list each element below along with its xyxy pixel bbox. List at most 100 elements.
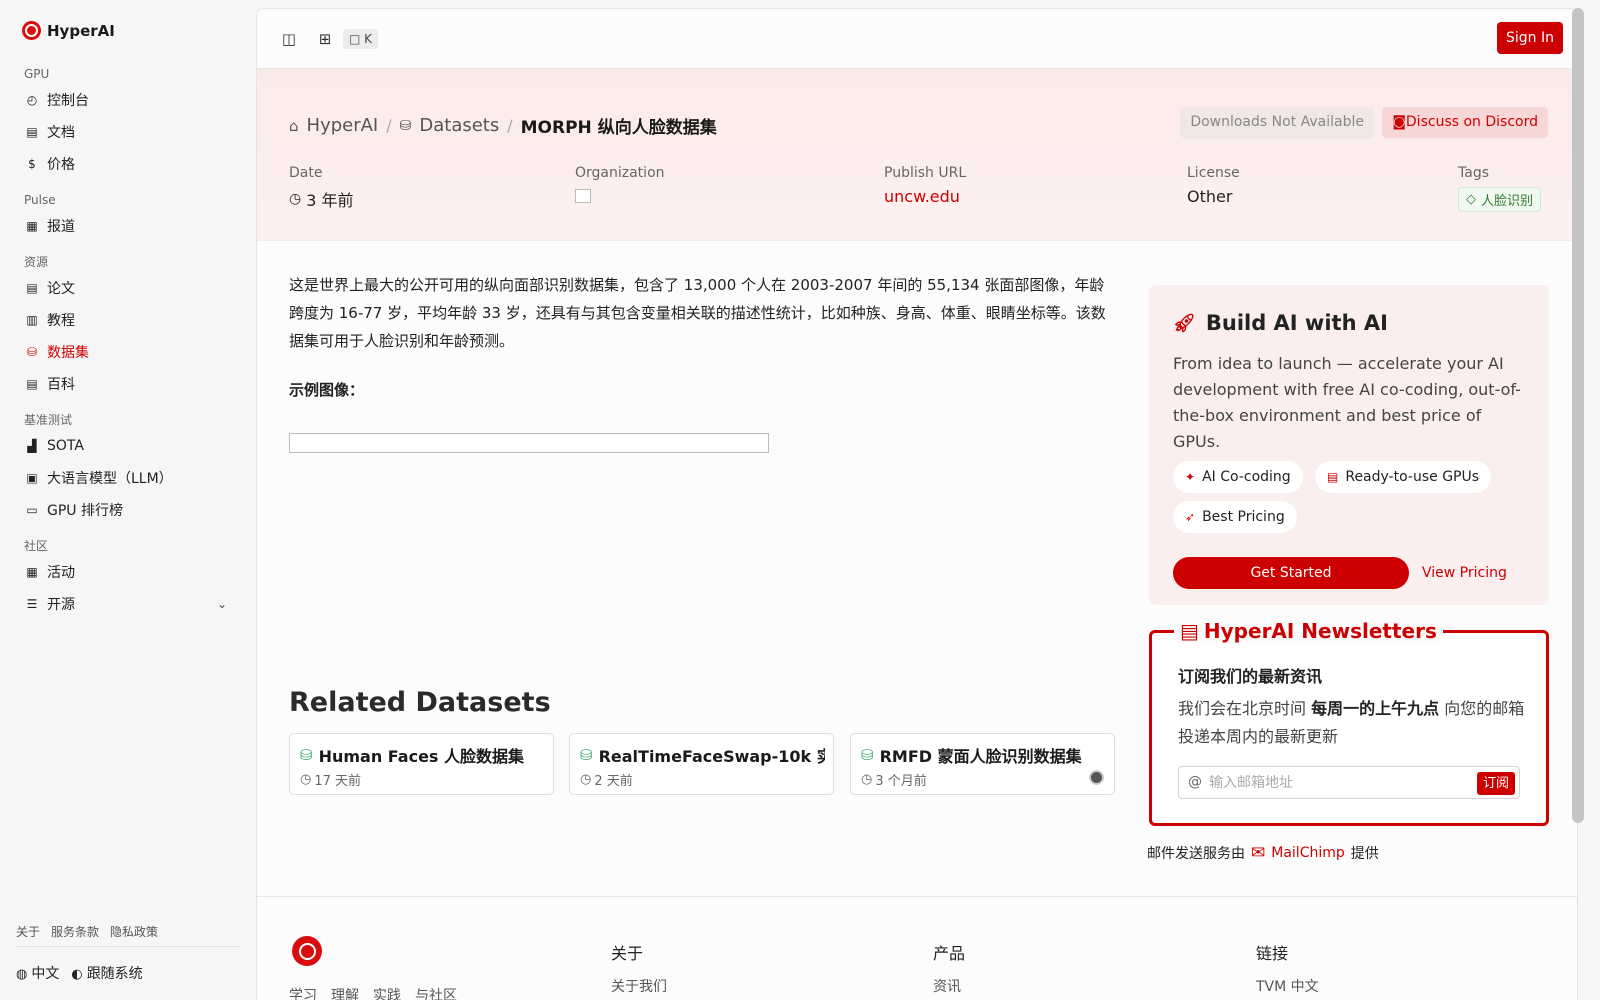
footer-link[interactable]: 关于我们 — [611, 976, 667, 996]
sidebar-item-docs[interactable]: ▤ 文档 — [0, 116, 255, 148]
feature-pill[interactable]: ▤ Ready-to-use GPUs — [1315, 461, 1492, 493]
discord-icon: ◙ — [1392, 114, 1406, 130]
related-datasets-title: Related Datasets — [289, 687, 551, 718]
database-icon: ⛁ — [580, 746, 593, 764]
chevron-down-icon[interactable]: ⌄ — [217, 597, 227, 611]
breadcrumb-home[interactable]: HyperAI — [307, 115, 379, 136]
brand-link[interactable]: HyperAI — [22, 21, 115, 40]
build-ai-promo: 🚀︎ Build AI with AI From idea to launch —… — [1149, 285, 1549, 605]
downloads-button[interactable]: Downloads Not Available — [1180, 107, 1374, 138]
newsletter-form: @ 订阅 — [1178, 766, 1520, 799]
sidebar-settings: ◍ 中文 ◐ 跟随系统 — [16, 963, 143, 983]
nav-section-title: 社区 — [24, 539, 49, 553]
chip-icon: ▣ — [26, 471, 38, 485]
email-field[interactable] — [1209, 773, 1459, 793]
database-icon: ⛁ — [399, 117, 412, 134]
database-icon: ⛁ — [26, 345, 38, 359]
chart-icon: ▟ — [27, 439, 37, 453]
sidebar-item-llm[interactable]: ▣ 大语言模型（LLM） — [0, 462, 255, 494]
sidebar-item-gpu-leaderboard[interactable]: ▭ GPU 排行榜 — [0, 494, 255, 526]
language-switcher[interactable]: ◍ 中文 — [16, 963, 59, 983]
promo-title: Build AI with AI — [1205, 311, 1388, 335]
book-icon: ▥ — [26, 313, 38, 327]
footer-column-links: 链接 TVM 中文 — [1256, 944, 1319, 996]
sidebar-item-tutorials[interactable]: ▥ 教程 — [0, 304, 255, 336]
server-icon: ▤ — [1327, 470, 1339, 484]
sidebar-item-datasets[interactable]: ⛁ 数据集 — [0, 336, 255, 368]
newsletter-text: 我们会在北京时间 每周一的上午九点 向您的邮箱投递本周内的最新更新 — [1178, 699, 1525, 746]
organization-logo — [575, 189, 591, 203]
feature-pill[interactable]: ✦ AI Co-coding — [1173, 461, 1303, 493]
sidebar-item-sota[interactable]: ▟ SOTA — [0, 430, 255, 462]
sidebar-item-papers[interactable]: ▤ 论文 — [0, 272, 255, 304]
terms-link[interactable]: 服务条款 — [51, 923, 99, 940]
hyperai-logo-icon — [292, 936, 322, 966]
page-scrollbar[interactable] — [1572, 8, 1584, 823]
footer-tagline: 学习 理解 实践 与社区 — [289, 988, 457, 1000]
meta-organization: Organization — [575, 165, 665, 203]
rocket-icon: ➶ — [1185, 510, 1196, 524]
nav-section-title: Pulse — [24, 193, 56, 207]
discord-button[interactable]: ◙Discuss on Discord — [1382, 107, 1548, 138]
footer-link[interactable]: 资讯 — [933, 976, 965, 996]
command-key-icon: □ — [349, 32, 361, 46]
privacy-link[interactable]: 隐私政策 — [110, 923, 158, 940]
sidebar-item-news[interactable]: ▦ 报道 — [0, 210, 255, 242]
gauge-icon: ◴ — [26, 93, 38, 107]
apps-grid-icon[interactable]: ⊞ — [315, 29, 335, 49]
related-dataset-card[interactable]: ⛁ Human Faces 人脸数据集 ◷ 17 天前 — [289, 733, 554, 795]
clock-icon: ◷ — [289, 191, 302, 207]
dollar-icon: $ — [28, 157, 36, 171]
get-started-button[interactable]: Get Started — [1173, 557, 1409, 589]
sidebar-item-events[interactable]: ▦ 活动 — [0, 556, 255, 588]
related-dataset-card[interactable]: ⛁RealTimeFaceSwap-10k 实时换脸数据集 ◷2 天前 — [569, 733, 834, 795]
sidebar-divider — [16, 946, 240, 947]
feature-pill[interactable]: ➶ Best Pricing — [1173, 501, 1297, 533]
sparkle-icon: ✦ — [1185, 470, 1196, 484]
sidebar-item-pricing[interactable]: $ 价格 — [0, 148, 255, 180]
meta-tags: Tags ◇ 人脸识别 — [1458, 165, 1542, 212]
home-icon: ⌂ — [289, 116, 299, 135]
sidebar-nav: GPU ◴ 控制台 ▤ 文档 $ 价格 Pulse ▦ 报道 资源 ▤ 论文 ▥ 教程 ⛁ 数… — [0, 58, 255, 620]
sidebar-toggle-icon[interactable]: ◫ — [279, 29, 299, 49]
mailchimp-link[interactable]: MailChimp — [1271, 845, 1345, 861]
breadcrumb-datasets[interactable]: Datasets — [419, 115, 499, 136]
related-dataset-card[interactable]: ⛁ RMFD 蒙面人脸识别数据集 ◷ 3 个月前 — [850, 733, 1115, 795]
footer-column-products: 产品 资讯 — [933, 944, 966, 996]
news-icon: ▦ — [26, 219, 38, 233]
view-pricing-link[interactable]: View Pricing — [1422, 557, 1507, 589]
sidebar-item-console[interactable]: ◴ 控制台 — [0, 84, 255, 116]
example-images-label: 示例图像： — [289, 381, 365, 399]
publish-url-link[interactable]: uncw.edu — [884, 187, 966, 206]
about-link[interactable]: 关于 — [16, 923, 40, 940]
footer: 学习 理解 实践 与社区 关于 关于我们 产品 资讯 链接 TVM 中文 — [257, 896, 1577, 1000]
search-shortcut[interactable]: □ K — [343, 29, 379, 49]
wiki-icon: ▤ — [26, 377, 38, 391]
breadcrumb-separator: / — [386, 116, 392, 135]
avatar — [1089, 770, 1104, 785]
database-icon: ⛁ — [861, 746, 874, 764]
mail-credit: 邮件发送服务由 ✉ MailChimp 提供 — [1147, 843, 1379, 863]
sign-in-button[interactable]: Sign In — [1497, 22, 1563, 54]
subscribe-button[interactable]: 订阅 — [1476, 772, 1515, 795]
newsletter-title: HyperAI Newsletters — [1203, 619, 1437, 643]
example-image — [289, 433, 769, 453]
newsletter-box: ▤ HyperAI Newsletters 订阅我们的最新资讯 我们会在北京时间 … — [1149, 619, 1549, 826]
tag-badge[interactable]: ◇ 人脸识别 — [1458, 187, 1542, 212]
database-icon: ⛁ — [300, 746, 313, 764]
footer-link[interactable]: TVM 中文 — [1256, 976, 1319, 996]
sidebar-item-open-source[interactable]: ☰ 开源 ⌄ — [0, 588, 255, 620]
theme-switcher[interactable]: ◐ 跟随系统 — [71, 963, 142, 983]
clock-icon: ◷ — [861, 772, 873, 787]
globe-icon: ◍ — [16, 967, 28, 982]
sidebar-item-wiki[interactable]: ▤ 百科 — [0, 368, 255, 400]
doc-icon: ▤ — [26, 125, 38, 139]
sidebar: HyperAI GPU ◴ 控制台 ▤ 文档 $ 价格 Pulse ▦ 报道 资源 ▤ 论… — [0, 0, 255, 1000]
page-title: MORPH 纵向人脸数据集 — [520, 118, 717, 138]
tag-icon: ◇ — [1466, 192, 1476, 207]
calendar-icon: ▦ — [26, 565, 38, 579]
mail-icon: ✉ — [1251, 843, 1266, 863]
dataset-description: 这是世界上最大的公开可用的纵向面部识别数据集，包含了 13,000 个人在 20… — [289, 276, 1106, 350]
dataset-header: ⌂ HyperAI / ⛁ Datasets / MORPH 纵向人脸数据集 D… — [257, 69, 1577, 241]
hyperai-logo-icon — [22, 21, 41, 40]
